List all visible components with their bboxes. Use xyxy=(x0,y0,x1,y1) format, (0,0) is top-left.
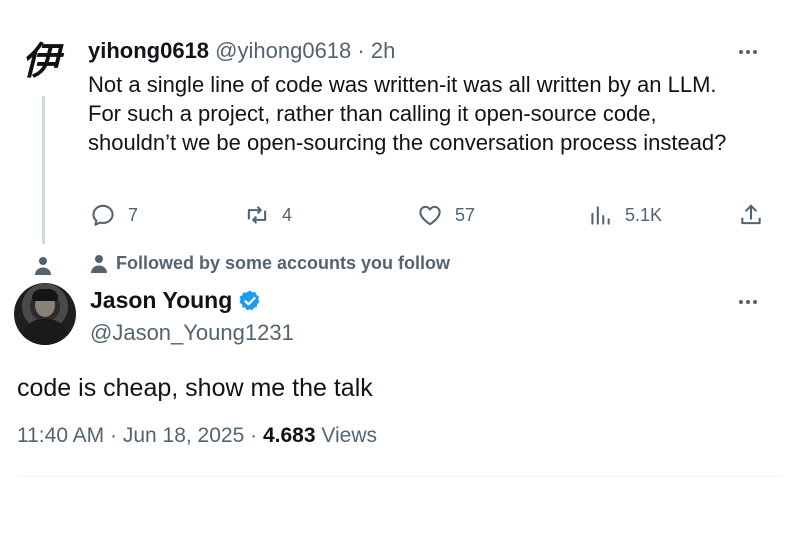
reply-meta: 11:40 AM · Jun 18, 2025 · 4.683 Views xyxy=(17,424,377,448)
avatar-body-shape xyxy=(22,319,68,345)
reply-icon xyxy=(92,204,114,226)
reply-button[interactable]: 7 xyxy=(90,202,138,228)
more-options-icon[interactable] xyxy=(733,42,763,62)
share-icon xyxy=(741,204,761,225)
parent-tweet-text: Not a single line of code was written-it… xyxy=(88,72,727,155)
header-separator: · xyxy=(357,38,365,63)
reply-author[interactable]: Jason Young xyxy=(90,287,262,314)
analytics-icon xyxy=(591,206,610,225)
thread-connector-line xyxy=(42,96,45,244)
views-count: 5.1K xyxy=(625,204,663,225)
parent-time-ago[interactable]: 2h xyxy=(371,38,395,63)
reply-views-count: 4.683 xyxy=(262,424,316,447)
divider xyxy=(17,476,783,477)
avatar-glyph: 伊 xyxy=(21,38,60,83)
parent-display-name[interactable]: yihong0618 xyxy=(88,38,209,63)
followed-by-notice[interactable]: Followed by some accounts you follow xyxy=(90,253,450,274)
reply-views-label: Views xyxy=(321,424,377,447)
more-options-icon[interactable] xyxy=(733,292,763,312)
like-count: 57 xyxy=(455,204,476,225)
share-button[interactable] xyxy=(738,202,764,228)
parent-handle[interactable]: @yihong0618 xyxy=(215,38,351,63)
heart-icon xyxy=(419,205,441,226)
repost-icon xyxy=(247,206,267,224)
reply-avatar[interactable] xyxy=(14,283,76,345)
followed-by-text: Followed by some accounts you follow xyxy=(116,253,451,273)
like-button[interactable]: 57 xyxy=(417,202,475,228)
reply-timestamp[interactable]: 11:40 AM · Jun 18, 2025 · xyxy=(17,424,257,447)
tweet-thread: 伊 yihong0618 @yihong0618 · 2h Not a sing… xyxy=(0,0,800,533)
reply-display-name: Jason Young xyxy=(90,287,233,313)
reply-tweet-text: code is cheap, show me the talk xyxy=(17,374,373,402)
views-button[interactable]: 5.1K xyxy=(587,202,662,228)
person-icon xyxy=(35,257,51,275)
repost-button[interactable]: 4 xyxy=(244,202,292,228)
parent-avatar[interactable]: 伊 xyxy=(18,38,64,84)
person-icon xyxy=(91,254,107,273)
repost-count: 4 xyxy=(282,204,293,225)
reply-count: 7 xyxy=(128,204,139,225)
avatar-hair-shape xyxy=(32,289,58,301)
reply-handle[interactable]: @Jason_Young1231 xyxy=(90,320,294,346)
parent-tweet-header: yihong0618 @yihong0618 · 2h xyxy=(88,38,395,64)
verified-badge-icon xyxy=(239,290,260,310)
